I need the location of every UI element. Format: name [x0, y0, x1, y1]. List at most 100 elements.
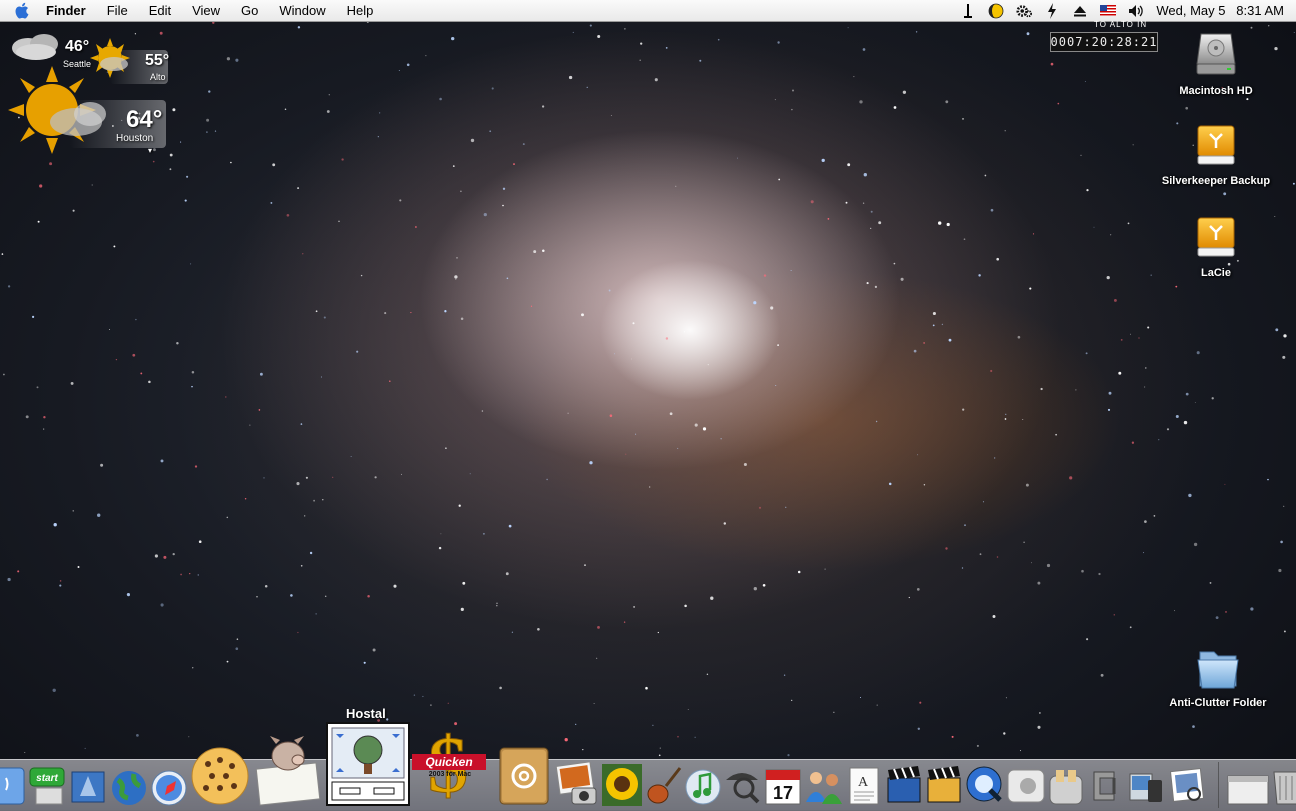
star [720, 438, 722, 440]
star [847, 163, 851, 167]
star [374, 476, 377, 479]
star [1, 253, 4, 255]
chevron-down-icon[interactable]: ▾ [148, 146, 152, 155]
dock-garageband[interactable] [644, 762, 684, 806]
firewire-drive-icon [1197, 217, 1235, 257]
star [1113, 298, 1117, 302]
dock-sherlock[interactable] [722, 762, 762, 806]
dock-preview[interactable] [1168, 764, 1208, 806]
star [470, 138, 475, 143]
star [791, 108, 793, 111]
dock-idvd[interactable] [924, 762, 964, 806]
star [36, 386, 39, 389]
dock-ipod-sync[interactable] [1126, 764, 1166, 806]
countdown-timer[interactable]: 0007:20:28:21 [1050, 32, 1158, 52]
dock-finder[interactable] [0, 766, 26, 806]
star [723, 522, 727, 525]
dock-toast[interactable] [1046, 764, 1086, 806]
toaster-icon [1049, 770, 1083, 805]
gear-icon[interactable] [1016, 3, 1033, 19]
dock-ical[interactable]: 17 [764, 764, 802, 806]
star [568, 75, 573, 80]
star [586, 86, 588, 89]
desktop-icon-silverkeeper-backup[interactable]: Silverkeeper Backup [1146, 122, 1286, 187]
menu-file[interactable]: File [107, 3, 128, 18]
star [198, 540, 202, 544]
dock-iphoto[interactable] [556, 760, 600, 806]
star [1100, 673, 1104, 677]
dock-quicken[interactable]: $ Quicken 2003 for Mac [410, 724, 488, 806]
star [413, 694, 416, 696]
star [827, 218, 830, 220]
star [300, 565, 303, 567]
star [296, 482, 300, 486]
alto-temp: 55° [145, 52, 170, 69]
dock-sunflower[interactable] [602, 762, 642, 806]
lunar-icon[interactable] [988, 3, 1004, 19]
dock-start[interactable]: start [28, 766, 68, 806]
signal-icon[interactable] [960, 3, 976, 19]
menu-clock[interactable]: Wed, May 5 8:31 AM [1156, 3, 1284, 18]
weather-widget[interactable]: 46° Seattle 55° Alto 64° Houston ▾ [0, 24, 175, 159]
star [597, 34, 601, 39]
star [1108, 391, 1112, 395]
dock-quicktime[interactable] [964, 762, 1004, 806]
star [1113, 614, 1115, 616]
dock-minimized-window[interactable] [1226, 768, 1270, 806]
volume-icon[interactable] [1128, 3, 1144, 19]
star [847, 27, 849, 29]
menu-help[interactable]: Help [347, 3, 374, 18]
power-icon[interactable] [1044, 2, 1060, 19]
desktop-icon-anti-clutter-folder[interactable]: Anti-Clutter Folder [1148, 644, 1288, 709]
menu-edit[interactable]: Edit [149, 3, 171, 18]
star [389, 380, 391, 382]
star [309, 551, 313, 555]
star [593, 703, 595, 704]
menu-go[interactable]: Go [241, 3, 258, 18]
star [160, 603, 164, 607]
star [235, 647, 239, 651]
star [1046, 563, 1051, 568]
star [72, 209, 75, 212]
menu-finder[interactable]: Finder [46, 3, 86, 18]
desktop-icon-lacie[interactable]: LaCie [1146, 214, 1286, 279]
eject-icon[interactable] [1072, 3, 1088, 19]
star [631, 358, 632, 360]
us-flag-icon[interactable] [1100, 3, 1117, 19]
menu-window[interactable]: Window [279, 3, 325, 18]
star [1085, 352, 1088, 355]
star [783, 674, 786, 676]
menu-view[interactable]: View [192, 3, 220, 18]
dock-ichat-buddies[interactable] [802, 764, 846, 806]
dock-itunes[interactable] [684, 764, 722, 806]
star [1004, 418, 1007, 420]
alto-label: Alto [150, 72, 166, 82]
dock-hostal[interactable] [326, 722, 410, 806]
dock-textedit[interactable]: A [846, 764, 882, 806]
star [990, 369, 993, 373]
star [614, 353, 615, 355]
dock-internet-connect[interactable] [110, 766, 148, 806]
apple-icon[interactable] [14, 2, 34, 19]
star [1004, 130, 1006, 132]
star [1118, 371, 1122, 375]
dock-imovie[interactable] [884, 762, 924, 806]
star [1223, 192, 1227, 196]
dock-pig[interactable] [252, 728, 324, 806]
dock-cookie[interactable] [190, 744, 250, 806]
window-icon [1227, 775, 1269, 805]
star [978, 274, 981, 277]
star [919, 701, 922, 704]
dock-mail[interactable] [70, 766, 106, 806]
dock-safari[interactable] [150, 766, 188, 806]
desktop-icon-macintosh-hd[interactable]: Macintosh HD [1146, 28, 1286, 97]
dock-address-book[interactable] [496, 740, 552, 806]
star [115, 358, 118, 361]
star [451, 36, 455, 41]
dock-system-clamp[interactable] [1086, 764, 1126, 806]
star [833, 711, 835, 713]
dock-trash[interactable] [1270, 764, 1296, 806]
dock-appleworks[interactable] [1006, 764, 1046, 806]
star [853, 76, 855, 78]
star [707, 363, 709, 366]
